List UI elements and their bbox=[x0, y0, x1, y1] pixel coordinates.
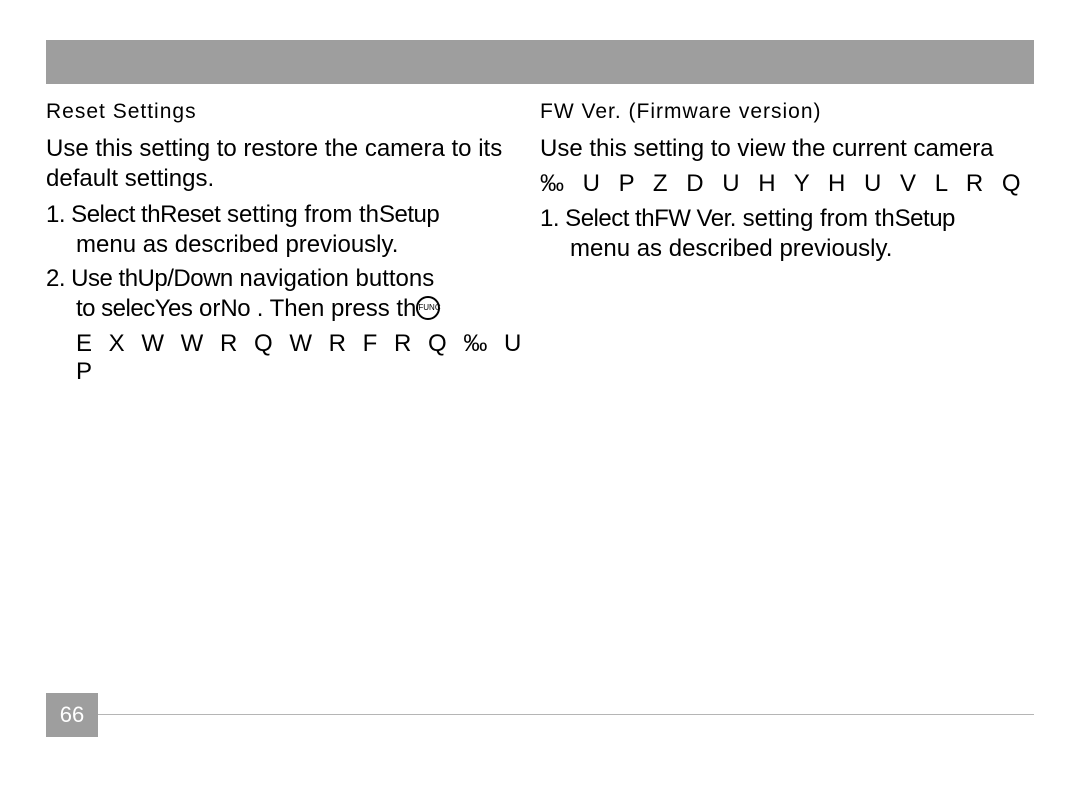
right-heading: FW Ver. (Firmware version) bbox=[540, 100, 1034, 124]
left-step2-cipher: E X W W R Q W R F R Q ‰ U P bbox=[76, 330, 540, 386]
right-cipher: ‰ U P Z D U H Y H U V L R Q bbox=[540, 170, 1034, 198]
header-bar bbox=[46, 40, 1034, 84]
text-fragment: navigation buttons bbox=[233, 265, 434, 292]
content-area: Reset Settings Use this setting to resto… bbox=[46, 100, 1034, 386]
text-fragment: setting from th bbox=[736, 205, 895, 232]
menu-setup: Setup bbox=[379, 201, 439, 228]
text-fragment: setting from th bbox=[220, 201, 379, 228]
right-column: FW Ver. (Firmware version) Use this sett… bbox=[540, 100, 1034, 386]
text-fragment: or bbox=[192, 295, 220, 322]
text-fragment: . Then press th bbox=[250, 295, 416, 322]
text-fragment: 2. Use th bbox=[46, 265, 138, 292]
left-heading: Reset Settings bbox=[46, 100, 540, 124]
left-column: Reset Settings Use this setting to resto… bbox=[46, 100, 540, 386]
page-number: 66 bbox=[46, 693, 98, 737]
left-step-2: 2. Use thUp/Down navigation buttons to s… bbox=[46, 264, 540, 324]
menu-item-reset: Reset bbox=[160, 201, 220, 228]
text-fragment: 1. Select th bbox=[46, 201, 160, 228]
text-fragment: to selec bbox=[76, 295, 155, 322]
right-intro: Use this setting to view the current cam… bbox=[540, 134, 1034, 164]
text-fragment: 1. Select th bbox=[540, 205, 654, 232]
option-no: No bbox=[220, 295, 250, 322]
menu-item-fwver: FW Ver. bbox=[654, 205, 736, 232]
left-intro: Use this setting to restore the camera t… bbox=[46, 134, 540, 194]
text-fragment: menu as described previously. bbox=[570, 234, 892, 264]
right-step-1: 1. Select thFW Ver. setting from thSetup… bbox=[540, 204, 1034, 264]
menu-setup: Setup bbox=[895, 205, 955, 232]
func-button-icon: FUNC bbox=[416, 296, 440, 320]
footer-rule bbox=[98, 714, 1034, 715]
option-yes: Yes bbox=[155, 295, 193, 322]
left-step-1: 1. Select thReset setting from thSetup m… bbox=[46, 200, 540, 260]
text-fragment: menu as described previously. bbox=[76, 230, 398, 260]
nav-updown: Up/Down bbox=[138, 265, 233, 292]
